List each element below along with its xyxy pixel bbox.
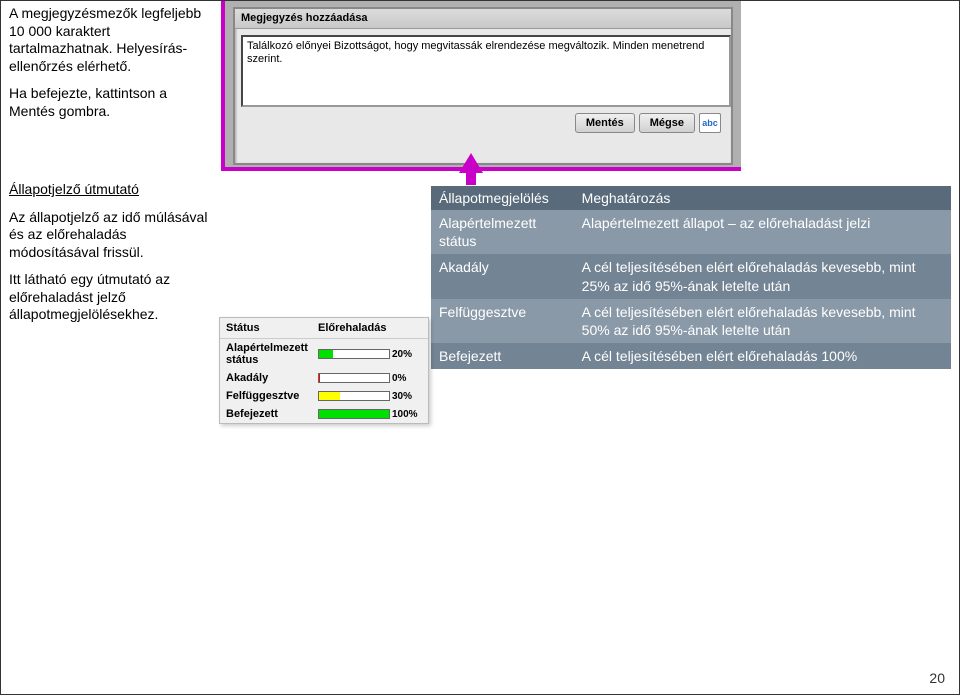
mini-row-label: Akadály <box>226 372 318 384</box>
status-col-header: Állapotmegjelölés <box>431 186 574 210</box>
pointer-arrow-stem <box>466 171 476 185</box>
table-row: Akadály A cél teljesítésében elért előre… <box>431 254 951 298</box>
progress-fill <box>319 392 340 400</box>
status-label: Akadály <box>439 259 489 275</box>
status-label: Felfüggesztve <box>439 304 526 320</box>
progress-bar <box>318 373 390 383</box>
comment-textarea[interactable]: Találkozó előnyei Bizottságot, hogy megv… <box>241 35 731 107</box>
mini-row-pct: 100% <box>392 409 422 420</box>
status-def: A cél teljesítésében elért előrehaladás … <box>582 304 916 338</box>
status-def: A cél teljesítésében elért előrehaladás … <box>582 348 858 364</box>
progress-bar <box>318 391 390 401</box>
mini-row-label: Alapértelmezett státus <box>226 342 318 366</box>
status-guide-heading: Állapotjelző útmutató <box>9 181 209 199</box>
left-top-text: A megjegyzésmezők legfeljebb 10 000 kara… <box>9 5 209 130</box>
mini-row: Akadály 0% <box>220 369 428 387</box>
save-hint-text: Ha befejezte, kattintson a Mentés gombra… <box>9 85 209 120</box>
mini-row-label: Felfüggesztve <box>226 390 318 402</box>
mini-row-label: Befejezett <box>226 408 318 420</box>
mini-row: Felfüggesztve 30% <box>220 387 428 405</box>
mini-col-status: Státus <box>220 318 312 338</box>
comment-add-screenshot: Megjegyzés hozzáadása Találkozó előnyei … <box>221 1 741 171</box>
button-row: Mentés Mégse abc <box>235 113 731 133</box>
mini-table-header: Státus Előrehaladás <box>220 318 428 339</box>
status-definition-table: Állapotmegjelölés Meghatározás Alapértel… <box>431 186 951 369</box>
progress-fill <box>319 410 389 418</box>
comment-textarea-text: Találkozó előnyei Bizottságot, hogy megv… <box>247 40 704 65</box>
status-def: Alapértelmezett állapot – az előrehaladá… <box>582 215 871 231</box>
save-button[interactable]: Mentés <box>575 113 635 133</box>
definition-col-header: Meghatározás <box>574 186 951 210</box>
spellcheck-icon[interactable]: abc <box>699 113 721 133</box>
status-guide-p1: Az állapotjelző az idő múlásával és az e… <box>9 209 209 262</box>
progress-bar <box>318 349 390 359</box>
comment-add-panel: Megjegyzés hozzáadása Találkozó előnyei … <box>233 7 733 165</box>
panel-title: Megjegyzés hozzáadása <box>235 9 731 29</box>
mini-row: Befejezett 100% <box>220 405 428 423</box>
progress-fill <box>319 374 320 382</box>
table-row: Alapértelmezett státus Alapértelmezett á… <box>431 210 951 254</box>
page-number: 20 <box>929 670 945 686</box>
note-limit-text: A megjegyzésmezők legfeljebb 10 000 kara… <box>9 5 209 75</box>
progress-mini-table: Státus Előrehaladás Alapértelmezett stát… <box>219 317 429 424</box>
mini-row-pct: 20% <box>392 349 422 360</box>
table-row: Befejezett A cél teljesítésében elért el… <box>431 343 951 369</box>
spellcheck-icon-glyph: abc <box>702 118 718 128</box>
mini-row-pct: 0% <box>392 373 422 384</box>
cancel-button[interactable]: Mégse <box>639 113 695 133</box>
left-bottom-text: Állapotjelző útmutató Az állapotjelző az… <box>9 181 209 334</box>
progress-fill <box>319 350 333 358</box>
status-label: Befejezett <box>439 348 501 364</box>
table-row: Felfüggesztve A cél teljesítésében elért… <box>431 299 951 343</box>
mini-row-pct: 30% <box>392 391 422 402</box>
pointer-arrow-icon <box>459 153 483 173</box>
mini-col-progress: Előrehaladás <box>312 318 392 338</box>
mini-row: Alapértelmezett státus 20% <box>220 339 428 369</box>
status-guide-p2: Itt látható egy útmutató az előrehaladás… <box>9 271 209 324</box>
status-def: A cél teljesítésében elért előrehaladás … <box>582 259 916 293</box>
status-label: Alapértelmezett státus <box>439 215 536 249</box>
progress-bar <box>318 409 390 419</box>
